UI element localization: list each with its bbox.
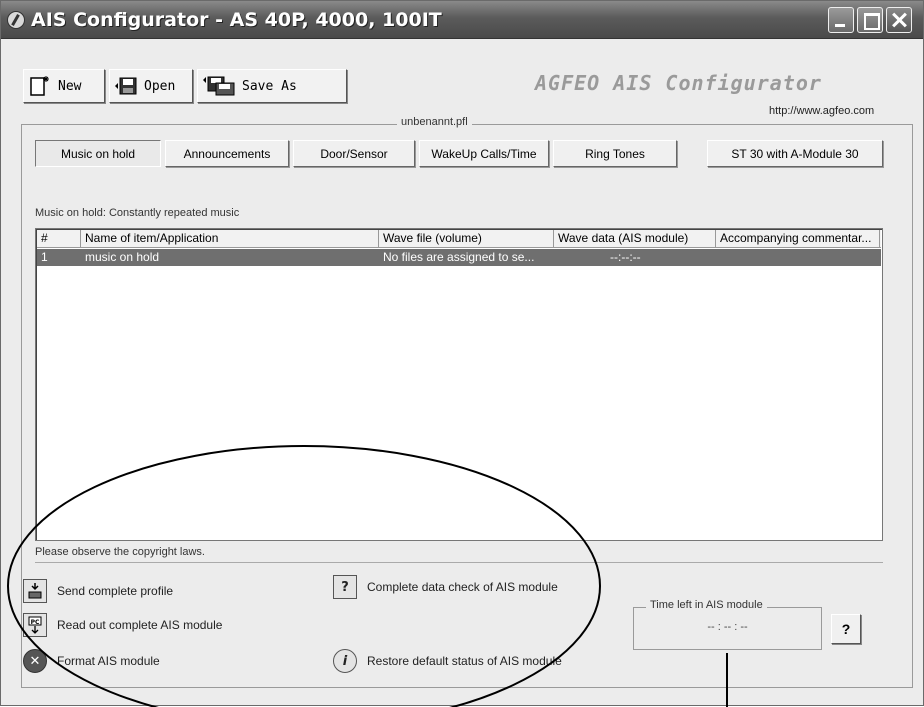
data-check-button[interactable]: ? Complete data check of AIS module: [333, 575, 558, 599]
column-header-wave-file[interactable]: Wave file (volume): [379, 230, 554, 248]
new-button[interactable]: New: [23, 69, 105, 103]
open-button-label: Open: [144, 78, 176, 94]
title-bar[interactable]: AIS Configurator - AS 40P, 4000, 100IT: [1, 1, 923, 39]
data-check-label: Complete data check of AIS module: [367, 580, 558, 594]
save-as-icon: [203, 76, 235, 96]
new-file-icon: [30, 76, 49, 96]
restore-default-button[interactable]: i Restore default status of AIS module: [333, 649, 562, 673]
main-window: AIS Configurator - AS 40P, 4000, 100IT N…: [0, 0, 924, 707]
row-wave-file: No files are assigned to se...: [383, 250, 535, 264]
tab-ring-tones[interactable]: Ring Tones: [553, 140, 677, 167]
time-left-label: Time left in AIS module: [646, 599, 767, 611]
floppy-disk-icon: [115, 77, 137, 95]
items-list[interactable]: # Name of item/Application Wave file (vo…: [35, 228, 883, 541]
restore-default-label: Restore default status of AIS module: [367, 654, 562, 668]
column-header-commentary[interactable]: Accompanying commentar...: [716, 230, 880, 248]
question-icon: ?: [841, 621, 851, 637]
tab-music-on-hold[interactable]: Music on hold: [35, 140, 161, 167]
svg-text:PC: PC: [31, 619, 40, 626]
list-caption: Music on hold: Constantly repeated music: [35, 207, 240, 219]
minimize-button[interactable]: [828, 7, 854, 33]
read-out-label: Read out complete AIS module: [57, 618, 223, 632]
send-phone-icon: [23, 579, 47, 603]
row-commentary: [716, 249, 880, 266]
profile-file-name: unbenannt.pfl: [397, 116, 472, 128]
row-wave-data: --:--:--: [610, 250, 641, 264]
send-profile-button[interactable]: Send complete profile: [23, 579, 173, 603]
send-profile-label: Send complete profile: [57, 584, 174, 598]
time-left-value: -- : -- : --: [707, 621, 748, 633]
list-header: # Name of item/Application Wave file (vo…: [37, 230, 881, 248]
save-as-button-label: Save As: [242, 78, 297, 94]
brand-title: AGFEO AIS Configurator: [535, 71, 822, 95]
read-out-button[interactable]: PC Read out complete AIS module: [23, 613, 222, 637]
tab-door-sensor[interactable]: Door/Sensor: [293, 140, 415, 167]
new-button-label: New: [58, 78, 82, 94]
column-header-wave-data[interactable]: Wave data (AIS module): [554, 230, 716, 248]
format-label: Format AIS module: [57, 654, 160, 668]
open-button[interactable]: Open: [109, 69, 193, 103]
maximize-button[interactable]: [857, 7, 883, 33]
question-icon: ?: [333, 575, 357, 599]
info-icon: i: [333, 649, 357, 673]
format-button[interactable]: ✕ Format AIS module: [23, 649, 160, 673]
row-number: 1: [41, 250, 48, 264]
column-header-name[interactable]: Name of item/Application: [81, 230, 379, 248]
tab-st30-a-module30[interactable]: ST 30 with A-Module 30: [707, 140, 883, 167]
tab-announcements[interactable]: Announcements: [165, 140, 289, 167]
column-header-number[interactable]: #: [37, 230, 81, 248]
window-title: AIS Configurator - AS 40P, 4000, 100IT: [31, 9, 442, 31]
copyright-notice: Please observe the copyright laws.: [35, 546, 205, 558]
app-icon[interactable]: [7, 11, 25, 29]
tab-wakeup-calls-time[interactable]: WakeUp Calls/Time: [419, 140, 549, 167]
divider: [35, 562, 883, 563]
time-help-button[interactable]: ?: [831, 614, 861, 644]
save-as-button[interactable]: Save As: [197, 69, 347, 103]
pc-transfer-icon: PC: [23, 613, 47, 637]
brand-url: http://www.agfeo.com: [769, 105, 875, 117]
close-button[interactable]: [886, 7, 912, 33]
row-name: music on hold: [85, 250, 160, 264]
table-row[interactable]: 1 music on hold No files are assigned to…: [37, 249, 881, 266]
cancel-x-icon: ✕: [23, 649, 47, 673]
